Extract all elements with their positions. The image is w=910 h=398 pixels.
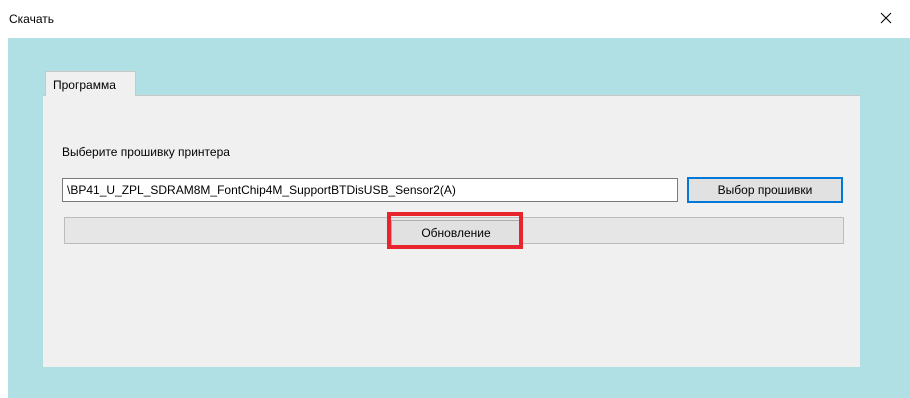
select-firmware-button[interactable]: Выбор прошивки	[687, 177, 843, 203]
firmware-path-input[interactable]	[62, 178, 678, 202]
tab-program[interactable]: Программа	[45, 71, 136, 96]
tab-program-label: Программа	[53, 78, 116, 92]
title-bar: Скачать	[0, 0, 910, 38]
window-title: Скачать	[9, 12, 54, 26]
close-icon	[880, 12, 892, 24]
firmware-prompt-label: Выберите прошивку принтера	[62, 145, 230, 159]
update-button[interactable]: Обновление	[391, 220, 521, 246]
close-button[interactable]	[864, 0, 910, 38]
